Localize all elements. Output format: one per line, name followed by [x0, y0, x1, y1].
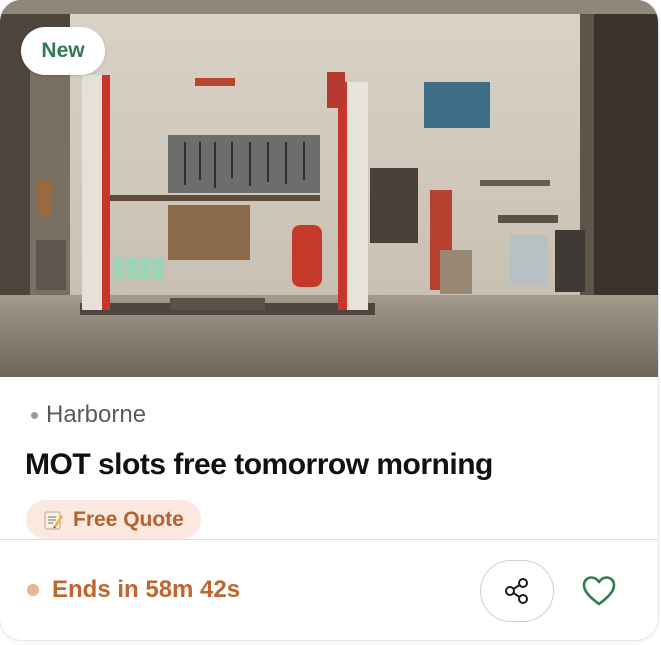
listing-card[interactable]: New Harborne MOT slots free tomorrow mor…: [0, 0, 658, 640]
heart-icon: [582, 576, 616, 606]
countdown: Ends in 58m 42s: [27, 576, 240, 604]
countdown-dot-icon: [27, 584, 39, 596]
countdown-label: Ends in 58m 42s: [52, 576, 241, 603]
free-quote-tag: Free Quote: [26, 500, 201, 539]
garage-photo: New: [0, 0, 658, 377]
free-quote-label: Free Quote: [73, 507, 184, 531]
share-button[interactable]: [480, 560, 554, 622]
location-label: Harborne: [46, 401, 147, 428]
memo-icon: [44, 511, 63, 529]
location: Harborne: [31, 401, 146, 429]
divider: [0, 539, 658, 540]
listing-title[interactable]: MOT slots free tomorrow morning: [25, 448, 493, 482]
new-badge: New: [21, 27, 105, 75]
share-icon: [505, 578, 528, 604]
location-dot-icon: [31, 411, 38, 419]
favorite-button[interactable]: [576, 568, 622, 614]
